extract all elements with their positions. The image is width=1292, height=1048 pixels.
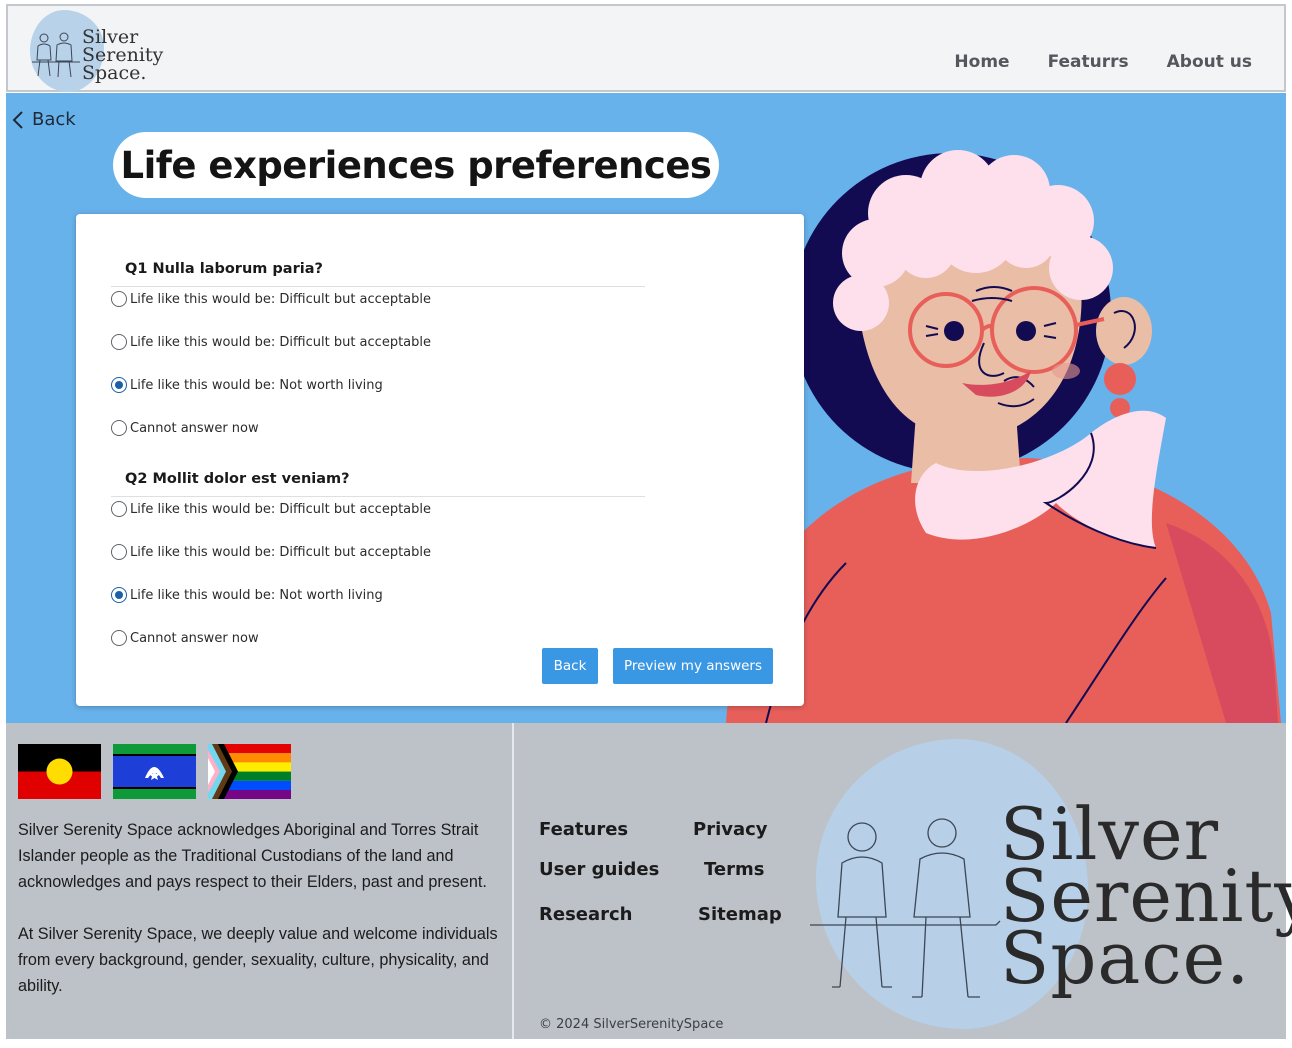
page-title: Life experiences preferences xyxy=(120,143,712,187)
preview-answers-button[interactable]: Preview my answers xyxy=(613,648,773,684)
radio-button[interactable] xyxy=(111,544,127,560)
nav-about-us[interactable]: About us xyxy=(1167,52,1252,72)
footer-link-research[interactable]: Research xyxy=(539,904,633,925)
option-label: Cannot answer now xyxy=(130,420,259,436)
q2-option-3[interactable]: Life like this would be: Not worth livin… xyxy=(111,587,383,603)
acknowledgement-text: Silver Serenity Space acknowledges Abori… xyxy=(18,821,498,995)
hero-section: Back Life experiences preferences Q1 Nul… xyxy=(6,93,1286,723)
radio-button[interactable] xyxy=(111,630,127,646)
grandma-illustration xyxy=(726,150,1281,723)
main-nav: Home Featurrs About us xyxy=(954,52,1252,72)
aboriginal-flag xyxy=(18,744,101,799)
footer-link-terms[interactable]: Terms xyxy=(704,859,764,880)
torres-strait-flag xyxy=(113,744,196,799)
page-title-pill: Life experiences preferences xyxy=(113,132,719,198)
footer-link-privacy[interactable]: Privacy xyxy=(693,819,768,840)
option-label: Life like this would be: Difficult but a… xyxy=(130,291,431,307)
question-2-divider xyxy=(111,496,645,497)
q1-option-1[interactable]: Life like this would be: Difficult but a… xyxy=(111,291,431,307)
radio-button[interactable] xyxy=(111,291,127,307)
q2-option-4[interactable]: Cannot answer now xyxy=(111,630,259,646)
question-2-title: Q2 Mollit dolor est veniam? xyxy=(125,471,350,487)
footer-link-user-guides[interactable]: User guides xyxy=(539,859,659,880)
q2-option-1[interactable]: Life like this would be: Difficult but a… xyxy=(111,501,431,517)
couple-illustration xyxy=(810,818,1001,998)
back-link-label: Back xyxy=(32,109,76,130)
option-label: Life like this would be: Difficult but a… xyxy=(130,334,431,350)
footer-link-features[interactable]: Features xyxy=(539,819,628,840)
option-label: Life like this would be: Difficult but a… xyxy=(130,544,431,560)
option-label: Cannot answer now xyxy=(130,630,259,646)
q1-option-2[interactable]: Life like this would be: Difficult but a… xyxy=(111,334,431,350)
nav-home[interactable]: Home xyxy=(954,52,1009,72)
back-link[interactable]: Back xyxy=(12,109,76,130)
radio-button-selected[interactable] xyxy=(111,377,127,393)
footer-divider xyxy=(512,723,514,1039)
question-1-title: Q1 Nulla laborum paria? xyxy=(125,261,323,277)
preferences-form: Q1 Nulla laborum paria? Life like this w… xyxy=(76,214,804,706)
chevron-left-icon xyxy=(12,110,23,129)
footer-logo: Silver Serenity Space. xyxy=(810,739,1292,1029)
q2-option-2[interactable]: Life like this would be: Difficult but a… xyxy=(111,544,431,560)
copyright-text: © 2024 SilverSerenitySpace xyxy=(539,1017,724,1032)
nav-features[interactable]: Featurrs xyxy=(1048,52,1129,72)
site-logo[interactable]: Silver Serenity Space. xyxy=(26,8,176,92)
footer-logo-text: Silver Serenity Space. xyxy=(1000,792,1292,1000)
q1-option-4[interactable]: Cannot answer now xyxy=(111,420,259,436)
footer-link-sitemap[interactable]: Sitemap xyxy=(698,904,782,925)
option-label: Life like this would be: Not worth livin… xyxy=(130,377,383,393)
couple-illustration xyxy=(32,32,80,78)
radio-button[interactable] xyxy=(111,420,127,436)
logo-text: Silver Serenity Space. xyxy=(82,26,164,84)
radio-button-selected[interactable] xyxy=(111,587,127,603)
form-back-button[interactable]: Back xyxy=(542,648,598,684)
radio-button[interactable] xyxy=(111,501,127,517)
site-header: Silver Serenity Space. Home Featurrs Abo… xyxy=(6,4,1286,92)
site-footer: Silver Serenity Space acknowledges Abori… xyxy=(6,723,1292,1039)
q1-option-3[interactable]: Life like this would be: Not worth livin… xyxy=(111,377,383,393)
progress-pride-flag xyxy=(208,744,291,799)
question-1-divider xyxy=(111,286,645,287)
radio-button[interactable] xyxy=(111,334,127,350)
option-label: Life like this would be: Difficult but a… xyxy=(130,501,431,517)
option-label: Life like this would be: Not worth livin… xyxy=(130,587,383,603)
